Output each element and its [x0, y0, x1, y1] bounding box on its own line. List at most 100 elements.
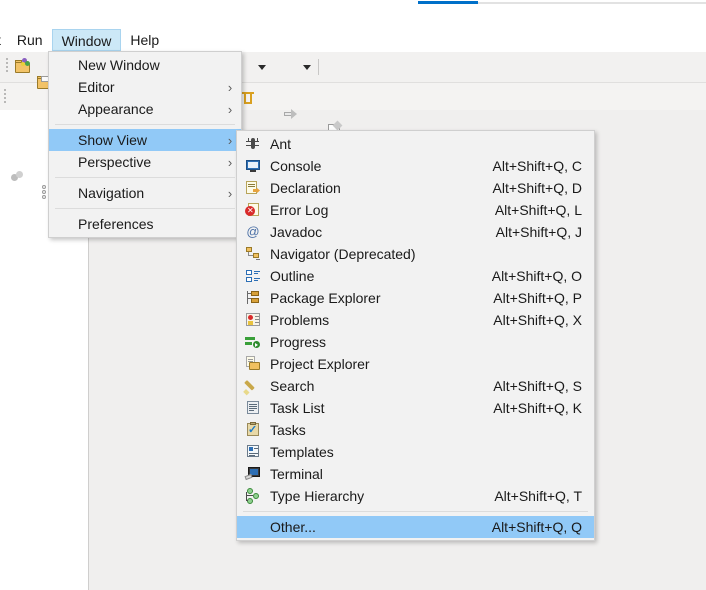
show-view-item-terminal[interactable]: Terminal — [237, 463, 594, 485]
progress-icon — [245, 334, 261, 350]
menu-separator — [55, 124, 235, 125]
menu-item-label: Templates — [270, 444, 334, 460]
menu-item-show-view[interactable]: Show View › — [49, 129, 241, 151]
menu-item-shortcut: Alt+Shift+Q, O — [491, 268, 582, 284]
terminal-icon — [240, 463, 266, 485]
ant-icon — [240, 133, 266, 155]
bookmark-dropdown-caret-icon[interactable] — [258, 65, 266, 70]
menu-item-shortcut: Alt+Shift+Q, X — [493, 312, 582, 328]
menu-item-shortcut: Alt+Shift+Q, J — [495, 224, 582, 240]
show-view-item-search[interactable]: Search Alt+Shift+Q, S — [237, 375, 594, 397]
submenu-chevron-right-icon: › — [227, 101, 233, 117]
javadoc-icon: @ — [246, 224, 260, 239]
menu-item-shortcut: Alt+Shift+Q, K — [493, 400, 582, 416]
show-view-item-ant[interactable]: Ant — [237, 133, 594, 155]
menu-item-new-window[interactable]: New Window — [49, 54, 241, 76]
secondary-toolbar-drag-handle[interactable] — [4, 89, 8, 103]
tasks-icon: ✓ — [247, 422, 259, 436]
show-view-item-type-hierarchy[interactable]: Type Hierarchy Alt+Shift+Q, T — [237, 485, 594, 507]
menu-item-label: Outline — [270, 268, 315, 284]
menu-item-label: Editor — [78, 79, 115, 95]
menubar-item-project-clipped[interactable]: t — [0, 28, 8, 52]
toolbar-drag-handle[interactable] — [6, 58, 10, 72]
menubar-item-window[interactable]: Window — [51, 29, 122, 51]
show-view-item-javadoc[interactable]: @ Javadoc Alt+Shift+Q, J — [237, 221, 594, 243]
package-explorer-icon — [240, 287, 266, 309]
templates-icon — [240, 441, 266, 463]
task-list-icon — [240, 397, 266, 419]
menu-item-label: Preferences — [78, 216, 154, 232]
menu-item-perspective[interactable]: Perspective › — [49, 151, 241, 173]
menu-item-label: Appearance — [78, 101, 154, 117]
menu-item-label: Problems — [270, 312, 330, 328]
show-view-submenu: Ant Console Alt+Shift+Q, C Declaration Alt+S… — [236, 130, 595, 541]
menu-item-label: Ant — [270, 136, 292, 152]
tab-underline-active — [418, 1, 478, 4]
menu-item-shortcut: Alt+Shift+Q, D — [492, 180, 582, 196]
new-folder-icon[interactable] — [14, 58, 30, 74]
terminal-icon — [244, 466, 261, 482]
menu-separator — [243, 511, 588, 512]
navigator-icon — [240, 243, 266, 265]
show-view-item-task-list[interactable]: Task List Alt+Shift+Q, K — [237, 397, 594, 419]
menu-item-label: Other... — [270, 519, 316, 535]
menu-separator — [55, 208, 235, 209]
menu-item-label: Type Hierarchy — [270, 488, 365, 504]
gray-balls-icon[interactable] — [10, 168, 26, 184]
menu-item-label: Error Log — [270, 202, 329, 218]
menu-item-shortcut: Alt+Shift+Q, L — [494, 202, 582, 218]
problems-icon — [240, 309, 266, 331]
show-view-item-tasks[interactable]: ✓ Tasks — [237, 419, 594, 441]
bookmark-icon[interactable] — [240, 90, 256, 106]
menu-item-editor[interactable]: Editor › — [49, 76, 241, 98]
menu-item-preferences[interactable]: Preferences — [49, 213, 241, 235]
forward-arrow-icon[interactable] — [283, 106, 299, 122]
menu-item-label: Project Explorer — [270, 356, 370, 372]
project-explorer-icon — [245, 356, 261, 372]
search-icon — [240, 375, 266, 397]
templates-icon — [245, 444, 261, 460]
show-view-item-navigator-deprecated[interactable]: Navigator (Deprecated) — [237, 243, 594, 265]
progress-icon — [240, 331, 266, 353]
show-view-item-error-log[interactable]: ✕ Error Log Alt+Shift+Q, L — [237, 199, 594, 221]
show-view-item-outline[interactable]: Outline Alt+Shift+Q, O — [237, 265, 594, 287]
problems-icon — [245, 312, 261, 328]
declaration-icon — [245, 180, 261, 196]
show-view-item-project-explorer[interactable]: Project Explorer — [237, 353, 594, 375]
menu-item-label: Progress — [270, 334, 327, 350]
declaration-icon — [240, 177, 266, 199]
show-view-item-declaration[interactable]: Declaration Alt+Shift+Q, D — [237, 177, 594, 199]
show-view-item-progress[interactable]: Progress — [237, 331, 594, 353]
show-view-item-templates[interactable]: Templates — [237, 441, 594, 463]
menu-item-icon-slot — [240, 516, 266, 538]
menu-item-label: New Window — [78, 57, 160, 73]
menu-item-label: Navigator (Deprecated) — [270, 246, 416, 262]
menu-item-label: Console — [270, 158, 322, 174]
menu-item-label: Search — [270, 378, 315, 394]
show-view-item-package-explorer[interactable]: Package Explorer Alt+Shift+Q, P — [237, 287, 594, 309]
forward-dropdown-caret-icon[interactable] — [303, 65, 311, 70]
menu-item-label: Javadoc — [270, 224, 323, 240]
menu-separator — [55, 177, 235, 178]
menu-item-label: Perspective — [78, 154, 152, 170]
package-explorer-icon — [245, 290, 261, 306]
menubar-item-help[interactable]: Help — [121, 28, 168, 52]
console-icon — [240, 155, 266, 177]
menu-item-shortcut: Alt+Shift+Q, C — [492, 158, 582, 174]
menubar-item-run[interactable]: Run — [8, 28, 52, 52]
show-view-item-problems[interactable]: Problems Alt+Shift+Q, X — [237, 309, 594, 331]
menu-item-shortcut: Alt+Shift+Q, T — [494, 488, 582, 504]
error-log-icon: ✕ — [240, 199, 266, 221]
menu-item-shortcut: Alt+Shift+Q, P — [493, 290, 582, 306]
type-hierarchy-icon — [240, 485, 266, 507]
menu-item-label: Declaration — [270, 180, 341, 196]
menu-item-navigation[interactable]: Navigation › — [49, 182, 241, 204]
tasks-icon: ✓ — [240, 419, 266, 441]
search-icon — [243, 378, 261, 396]
navigator-icon — [245, 246, 261, 262]
show-view-item-other[interactable]: Other... Alt+Shift+Q, Q — [237, 516, 594, 538]
menu-item-appearance[interactable]: Appearance › — [49, 98, 241, 120]
type-hierarchy-icon — [245, 488, 261, 504]
toolbar-separator — [318, 59, 319, 75]
show-view-item-console[interactable]: Console Alt+Shift+Q, C — [237, 155, 594, 177]
